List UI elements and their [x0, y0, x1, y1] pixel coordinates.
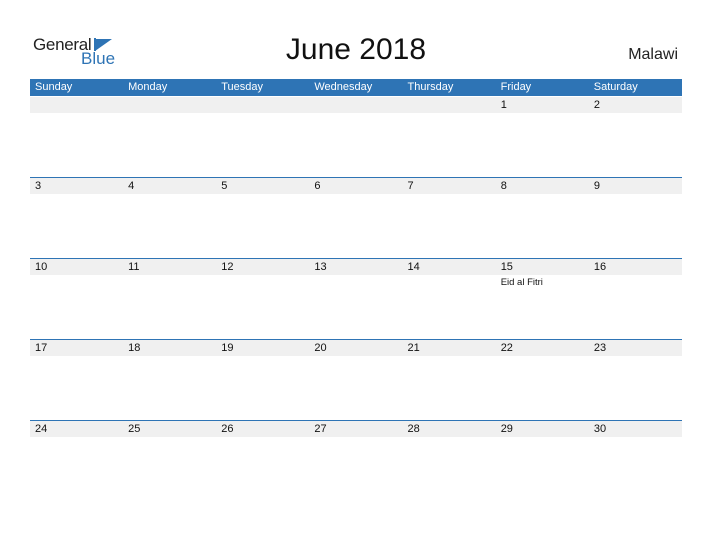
day-cell: 29	[496, 421, 589, 502]
day-number: 8	[500, 180, 507, 192]
country-label: Malawi	[628, 46, 678, 63]
day-cell: 26	[216, 421, 309, 502]
day-number: 1	[500, 99, 507, 111]
weekday-thursday: Thursday	[407, 81, 454, 93]
day-cell: 18	[123, 340, 216, 421]
week-row: 24 25 26 27 28 29 30	[30, 420, 682, 502]
weekday-tuesday: Tuesday	[221, 81, 264, 93]
day-cell: 11	[123, 259, 216, 340]
week-row: 3 4 5 6 7 8 9	[30, 177, 682, 259]
day-number: 7	[407, 180, 414, 192]
week-row: 17 18 19 20 21 22 23	[30, 339, 682, 421]
day-cell: 3	[30, 178, 123, 259]
weekday-friday: Friday	[500, 81, 532, 93]
day-number: 26	[221, 423, 234, 435]
day-number: 2	[593, 99, 600, 111]
page-title: June 2018	[285, 33, 427, 66]
day-cell	[30, 97, 123, 178]
week-row: 12	[30, 97, 682, 178]
day-cell: 7	[403, 178, 496, 259]
day-cell: 13	[309, 259, 402, 340]
day-number: 17	[35, 342, 48, 354]
day-number: 23	[593, 342, 607, 354]
day-number: 30	[593, 423, 607, 435]
day-number: 3	[35, 180, 42, 192]
day-number: 18	[128, 342, 141, 354]
day-cell: 20	[309, 340, 402, 421]
day-cell: 5	[216, 178, 309, 259]
day-number: 29	[500, 423, 513, 435]
day-cell: 9	[589, 178, 682, 259]
day-cell	[216, 97, 309, 178]
holiday-event: Eid al Fitri	[500, 277, 543, 288]
day-number: 6	[314, 180, 321, 192]
day-number: 9	[593, 180, 600, 192]
day-cell: 15 Eid al Fitri	[496, 259, 589, 340]
day-cell: 25	[123, 421, 216, 502]
day-cell: 16	[589, 259, 682, 340]
day-cell: 6	[309, 178, 402, 259]
week-row: 10 11 12 13 14 15 Eid al Fitri 16	[30, 258, 682, 340]
day-cell: 1	[496, 97, 589, 178]
day-cell: 4	[123, 178, 216, 259]
day-cell: 21	[403, 340, 496, 421]
day-cell: 8	[496, 178, 589, 259]
day-cell: 30	[589, 421, 682, 502]
day-number: 11	[128, 261, 140, 273]
day-cell: 2	[589, 97, 682, 178]
day-cell: 17	[30, 340, 123, 421]
weekday-saturday: Saturday	[593, 81, 638, 93]
day-cell: 12	[216, 259, 309, 340]
day-number: 21	[407, 342, 420, 354]
day-number: 4	[128, 180, 135, 192]
weekday-header: Sunday Monday Tuesday Wednesday Thursday…	[30, 79, 682, 96]
day-number: 12	[221, 261, 234, 273]
day-cell: 23	[589, 340, 682, 421]
day-number: 13	[314, 261, 327, 273]
day-number: 19	[221, 342, 234, 354]
day-cell: 27	[309, 421, 402, 502]
day-number: 22	[500, 342, 513, 354]
day-number: 27	[314, 423, 327, 435]
day-cell: 14	[403, 259, 496, 340]
day-number: 5	[221, 180, 228, 192]
day-number: 16	[593, 261, 607, 273]
day-cell: 24	[30, 421, 123, 502]
day-cell: 19	[216, 340, 309, 421]
day-number: 20	[314, 342, 327, 354]
day-number: 15	[500, 261, 513, 273]
weekday-sunday: Sunday	[35, 81, 73, 93]
weekday-monday: Monday	[128, 81, 168, 93]
day-cell	[403, 97, 496, 178]
weekday-wednesday: Wednesday	[314, 81, 373, 93]
day-number: 28	[407, 423, 420, 435]
day-cell: 22	[496, 340, 589, 421]
day-number: 10	[35, 261, 48, 273]
day-number: 24	[35, 423, 48, 435]
day-cell	[123, 97, 216, 178]
day-number: 25	[128, 423, 141, 435]
day-cell	[309, 97, 402, 178]
day-cell: 28	[403, 421, 496, 502]
day-cell: 10	[30, 259, 123, 340]
day-number: 14	[407, 261, 420, 273]
